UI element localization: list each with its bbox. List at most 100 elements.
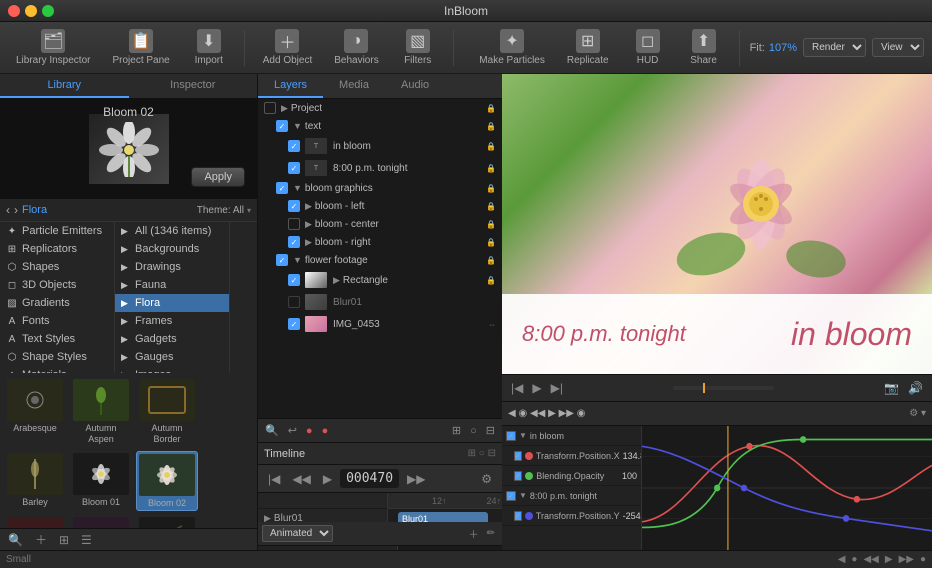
close-button[interactable] — [8, 5, 20, 17]
project-pane-button[interactable]: 📋 Project Pane — [104, 25, 177, 70]
rp-tonight[interactable]: ✓ ▼ 8:00 p.m. tonight — [502, 486, 641, 506]
minimize-button[interactable] — [25, 5, 37, 17]
layer-bloom-left[interactable]: ✓ ▶ bloom - left 🔒 — [258, 197, 502, 215]
apply-button[interactable]: Apply — [191, 167, 245, 187]
timeline-settings[interactable]: ⚙ — [477, 470, 496, 488]
tab-layers[interactable]: Layers — [258, 74, 323, 98]
blur01-bar[interactable]: Blur01 — [398, 512, 488, 522]
timeline-fast-forward-button[interactable]: ▶▶ — [403, 470, 429, 488]
layer-blur01-check[interactable] — [288, 296, 300, 308]
layer-project-check[interactable] — [264, 102, 276, 114]
status-icon-3[interactable]: ◀◀ — [863, 554, 878, 565]
subcat-images[interactable]: ▶ Images — [115, 366, 229, 373]
cat-particle-emitters[interactable]: ✦ Particle Emitters — [0, 222, 114, 240]
rp-transform-x[interactable]: ✓ Transform.Position.X 134.83 — [502, 446, 641, 466]
thumb-bloom-01[interactable]: Bloom 01 — [70, 451, 132, 512]
theme-select[interactable]: Theme: All ▾ — [197, 205, 251, 216]
share-button[interactable]: ⬆ Share — [679, 25, 729, 70]
thumb-bloom-02[interactable]: Bloom 02 — [136, 451, 198, 512]
layer-bloom-graphics-check[interactable]: ✓ — [276, 182, 288, 194]
layer-tonight-check[interactable]: ✓ — [288, 162, 300, 174]
timeline-play-button[interactable]: |◀ — [264, 470, 284, 488]
layer-bloom-left-check[interactable]: ✓ — [288, 200, 300, 212]
vp-volume-button[interactable]: 🔊 — [905, 380, 926, 396]
layer-blur01[interactable]: Blur01 — [258, 291, 502, 313]
layer-flower-footage[interactable]: ✓ ▼ flower footage 🔒 — [258, 251, 502, 269]
play-reverse-button[interactable]: ● — [319, 423, 332, 439]
vp-camera-button[interactable]: 📷 — [881, 380, 902, 396]
cat-shapes[interactable]: ⬡ Shapes — [0, 258, 114, 276]
subcat-backgrounds[interactable]: ▶ Backgrounds — [115, 240, 229, 258]
layer-img-0453[interactable]: ✓ IMG_0453 ⇔ — [258, 313, 502, 335]
scrubber[interactable] — [673, 386, 774, 390]
tab-library[interactable]: Library — [0, 74, 129, 98]
timeline-play-pause-button[interactable]: ▶ — [319, 470, 336, 488]
filters-button[interactable]: ▧ Filters — [393, 25, 443, 70]
layer-bloom-center[interactable]: ▶ bloom - center 🔒 — [258, 215, 502, 233]
subcat-drawings[interactable]: ▶ Drawings — [115, 258, 229, 276]
circle-btn[interactable]: ○ — [467, 423, 480, 439]
add-behavior-button[interactable]: ● — [303, 423, 316, 439]
tab-media[interactable]: Media — [323, 74, 385, 98]
timeline-rewind-button[interactable]: ◀◀ — [288, 470, 314, 488]
subcat-all[interactable]: ▶ All (1346 items) — [115, 222, 229, 240]
graph-add-button[interactable]: ＋ — [466, 524, 482, 543]
list-view-button[interactable]: ☰ — [77, 531, 96, 549]
layer-in-bloom-check[interactable]: ✓ — [288, 140, 300, 152]
thumb-blossom[interactable]: Blossom — [70, 515, 132, 528]
rp-in-bloom[interactable]: ✓ ▼ in bloom — [502, 426, 641, 446]
layer-flower-footage-check[interactable]: ✓ — [276, 254, 288, 266]
view-dropdown[interactable]: View — [872, 38, 924, 57]
layer-bloom-graphics[interactable]: ✓ ▼ bloom graphics 🔒 — [258, 179, 502, 197]
graph-pencil-button[interactable]: ✏ — [484, 526, 498, 541]
rp-x-check[interactable]: ✓ — [514, 451, 522, 461]
library-inspector-button[interactable]: 🗂 Library Inspector — [8, 25, 98, 70]
layer-rectangle[interactable]: ✓ ▶ Rectangle 🔒 — [258, 269, 502, 291]
subcat-frames[interactable]: ▶ Frames — [115, 312, 229, 330]
search-button[interactable]: 🔍 — [4, 531, 27, 549]
cat-3d-objects[interactable]: ◻ 3D Objects — [0, 276, 114, 294]
cat-materials[interactable]: ◈ Materials — [0, 366, 114, 373]
subcat-gauges[interactable]: ▶ Gauges — [115, 348, 229, 366]
behaviors-button[interactable]: ◑ Behaviors — [326, 25, 386, 70]
subcat-fauna[interactable]: ▶ Fauna — [115, 276, 229, 294]
import-button[interactable]: ⬇ Import — [184, 25, 234, 70]
subcat-flora[interactable]: ▶ Flora — [115, 294, 229, 312]
blur01-track[interactable]: Blur01 — [388, 509, 502, 522]
nav-forward[interactable]: › — [14, 203, 18, 217]
breadcrumb[interactable]: Flora — [22, 204, 47, 216]
expand-btn[interactable]: ⊟ — [483, 422, 498, 439]
cat-gradients[interactable]: ▨ Gradients — [0, 294, 114, 312]
thumb-branch-01[interactable]: Branch 01 — [136, 515, 198, 528]
rp-transform-y[interactable]: ✓ Transform.Position.Y -254.31 — [502, 506, 641, 526]
layer-project[interactable]: ▶ Project 🔒 — [258, 99, 502, 117]
layer-text-group[interactable]: ✓ ▼ text 🔒 — [258, 117, 502, 135]
cat-text-styles[interactable]: A Text Styles — [0, 330, 114, 348]
layer-img-check[interactable]: ✓ — [288, 318, 300, 330]
hud-button[interactable]: ◻ HUD — [623, 25, 673, 70]
thumb-autumn-border[interactable]: Autumn Border — [136, 377, 198, 447]
layer-in-bloom[interactable]: ✓ T in bloom 🔒 — [258, 135, 502, 157]
layer-bloom-right[interactable]: ✓ ▶ bloom - right 🔒 — [258, 233, 502, 251]
search-layers-button[interactable]: 🔍 — [262, 422, 282, 439]
undo-button[interactable]: ↩ — [285, 422, 300, 439]
thumb-bloom-03[interactable]: Bloom 03 — [4, 515, 66, 528]
replicate-button[interactable]: ⊞ Replicate — [559, 25, 617, 70]
layer-bloom-right-check[interactable]: ✓ — [288, 236, 300, 248]
status-icon-1[interactable]: ◀ — [838, 554, 846, 565]
inspector-options[interactable]: ⚙ ▾ — [909, 408, 926, 419]
layer-bloom-center-check[interactable] — [288, 218, 300, 230]
grid-btn[interactable]: ⊞ — [449, 422, 464, 439]
cat-shape-styles[interactable]: ⬡ Shape Styles — [0, 348, 114, 366]
maximize-button[interactable] — [42, 5, 54, 17]
status-icon-4[interactable]: ▶ — [885, 554, 893, 565]
nav-back[interactable]: ‹ — [6, 203, 10, 217]
fit-value[interactable]: 107% — [769, 42, 797, 54]
grid-view-button[interactable]: ⊞ — [55, 531, 73, 549]
make-particles-button[interactable]: ✦ Make Particles — [471, 25, 553, 70]
rp-y-check[interactable]: ✓ — [514, 511, 522, 521]
status-icon-5[interactable]: ▶▶ — [899, 554, 914, 565]
vp-end-button[interactable]: ▶| — [548, 380, 566, 396]
add-object-button[interactable]: ＋ Add Object — [255, 25, 320, 70]
thumb-arabesque[interactable]: Arabesque — [4, 377, 66, 447]
